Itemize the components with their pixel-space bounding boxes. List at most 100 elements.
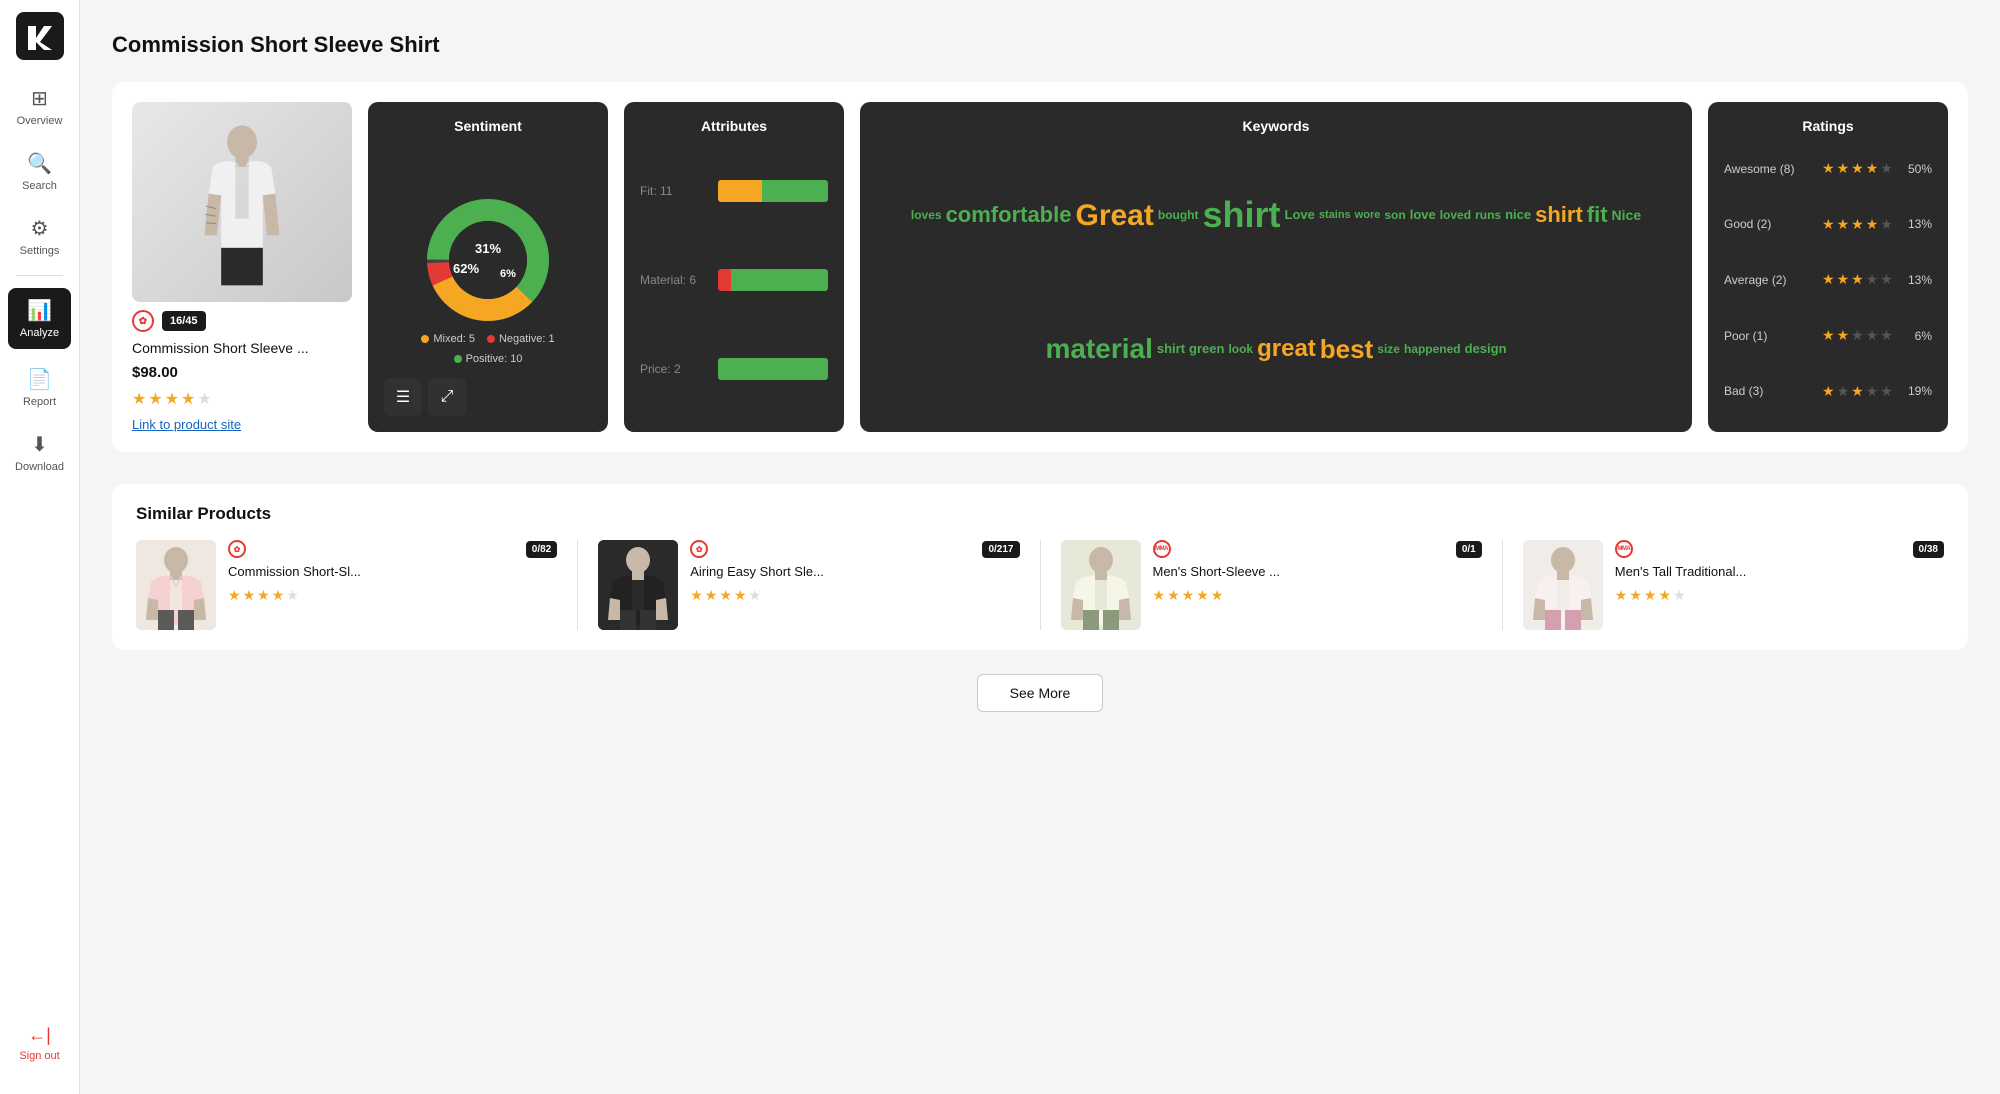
rs-p4: ★: [1866, 327, 1879, 344]
sidebar-item-label-report: Report: [23, 396, 56, 408]
similar-badge-1: 0/82: [526, 541, 557, 558]
brand-icon-4: MMA: [1615, 540, 1633, 558]
legend-positive: Positive: 10: [454, 353, 523, 365]
donut-chart: 31% 62% 6%: [423, 195, 553, 325]
attr-label-material: Material: 6: [640, 273, 710, 287]
attr-bar-fit-green: [762, 180, 828, 202]
rating-pct-awesome: 50%: [1901, 162, 1932, 176]
star-1: ★: [132, 389, 146, 409]
overview-icon: ⊞: [31, 86, 48, 111]
similar-section: Similar Products: [112, 484, 1968, 650]
attr-bar-material-green: [731, 269, 828, 291]
kw-runs: runs: [1475, 209, 1501, 222]
negative-label: Negative: 1: [499, 333, 555, 345]
sidebar-item-label-overview: Overview: [17, 115, 63, 127]
keywords-content: loves comfortable Great bought shirt Lov…: [876, 144, 1676, 416]
product-link[interactable]: Link to product site: [132, 417, 352, 432]
rs-g5: ★: [1880, 216, 1893, 233]
similar-info-1: ✿ 0/82 Commission Short-Sl... ★ ★ ★ ★ ★: [228, 540, 557, 604]
rating-stars-average: ★ ★ ★ ★ ★: [1822, 271, 1893, 288]
attr-bar-fit: [718, 180, 828, 202]
svg-text:31%: 31%: [475, 241, 501, 256]
brand-icon-3: MMA: [1153, 540, 1171, 558]
chart-overlay-btns: ☰ ⤢: [384, 378, 466, 416]
rs-av1: ★: [1822, 271, 1835, 288]
rs-b2: ★: [1837, 383, 1850, 400]
sidebar-item-overview[interactable]: ⊞ Overview: [0, 76, 79, 137]
similar-stars-2: ★ ★ ★ ★ ★: [690, 587, 1019, 604]
kw-look: look: [1228, 343, 1253, 356]
rs-g2: ★: [1837, 216, 1850, 233]
settings-icon: ⚙: [31, 216, 49, 241]
rating-stars-good: ★ ★ ★ ★ ★: [1822, 216, 1893, 233]
brand-icon-1: ✿: [228, 540, 246, 558]
sign-out-icon: ←|: [28, 1025, 51, 1046]
similar-header-4: MMA 0/38: [1615, 540, 1944, 558]
expand-button[interactable]: ⤢: [428, 378, 466, 416]
sentiment-card: Sentiment: [368, 102, 608, 432]
rs-b4: ★: [1866, 383, 1879, 400]
similar-name-2: Airing Easy Short Sle...: [690, 564, 1019, 581]
rating-label-average: Average (2): [1724, 273, 1814, 287]
similar-img-3: [1061, 540, 1141, 630]
rs-av3: ★: [1851, 271, 1864, 288]
similar-item-3[interactable]: MMA 0/1 Men's Short-Sleeve ... ★ ★ ★ ★ ★: [1061, 540, 1482, 630]
sidebar-bottom: ←| Sign out: [0, 1017, 79, 1082]
rs-g1: ★: [1822, 216, 1835, 233]
sidebar-item-label-settings: Settings: [20, 245, 60, 257]
divider-3: [1502, 540, 1503, 630]
attr-row-price: Price: 2: [640, 358, 828, 380]
similar-item-2[interactable]: ✿ 0/217 Airing Easy Short Sle... ★ ★ ★ ★…: [598, 540, 1019, 630]
filter-button[interactable]: ☰: [384, 378, 422, 416]
brand-icon-2: ✿: [690, 540, 708, 558]
sidebar-item-settings[interactable]: ⚙ Settings: [0, 206, 79, 267]
attr-label-fit: Fit: 11: [640, 184, 710, 198]
sidebar-divider: [16, 275, 63, 276]
sidebar-item-search[interactable]: 🔍 Search: [0, 141, 79, 202]
kw-stains: stains: [1319, 209, 1351, 221]
similar-img-2: [598, 540, 678, 630]
divider-2: [1040, 540, 1041, 630]
similar-name-4: Men's Tall Traditional...: [1615, 564, 1944, 581]
rs-p5: ★: [1880, 327, 1893, 344]
rating-pct-poor: 6%: [1901, 329, 1932, 343]
star-5: ★: [197, 389, 211, 409]
similar-item-4[interactable]: MMA 0/38 Men's Tall Traditional... ★ ★ ★…: [1523, 540, 1944, 630]
sidebar: ⊞ Overview 🔍 Search ⚙ Settings 📊 Analyze…: [0, 0, 80, 1094]
kw-comfortable: comfortable: [946, 203, 1072, 227]
similar-stars-4: ★ ★ ★ ★ ★: [1615, 587, 1944, 604]
similar-name-1: Commission Short-Sl...: [228, 564, 557, 581]
rating-label-poor: Poor (1): [1724, 329, 1814, 343]
rs-b1: ★: [1822, 383, 1835, 400]
similar-item-1[interactable]: ✿ 0/82 Commission Short-Sl... ★ ★ ★ ★ ★: [136, 540, 557, 630]
attr-row-material: Material: 6: [640, 269, 828, 291]
app-logo[interactable]: [16, 12, 64, 60]
rs-a5: ★: [1880, 160, 1893, 177]
sign-out-button[interactable]: ←| Sign out: [11, 1017, 67, 1070]
rs-p2: ★: [1837, 327, 1850, 344]
similar-header-2: ✿ 0/217: [690, 540, 1019, 558]
sidebar-item-download[interactable]: ⬇ Download: [0, 422, 79, 483]
rs-b5: ★: [1880, 383, 1893, 400]
kw-son: son: [1384, 209, 1405, 222]
rating-label-bad: Bad (3): [1724, 384, 1814, 398]
rating-pct-bad: 19%: [1901, 384, 1932, 398]
sidebar-item-analyze[interactable]: 📊 Analyze: [8, 288, 71, 349]
attributes-card: Attributes Fit: 11 Material: 6: [624, 102, 844, 432]
rating-label-good: Good (2): [1724, 217, 1814, 231]
rating-label-awesome: Awesome (8): [1724, 162, 1814, 176]
rating-pct-good: 13%: [1901, 217, 1932, 231]
kw-bought: bought: [1158, 209, 1199, 222]
ratings-card: Ratings Awesome (8) ★ ★ ★ ★ ★ 50% Go: [1708, 102, 1948, 432]
divider-1: [577, 540, 578, 630]
see-more-button[interactable]: See More: [977, 674, 1104, 712]
similar-badge-4: 0/38: [1913, 541, 1944, 558]
rating-stars-poor: ★ ★ ★ ★ ★: [1822, 327, 1893, 344]
mixed-label: Mixed: 5: [433, 333, 475, 345]
product-image: [132, 102, 352, 302]
sidebar-item-report[interactable]: 📄 Report: [0, 357, 79, 418]
kw-shirt-sm: shirt: [1157, 342, 1185, 356]
product-brand-row: ✿ 16/45: [132, 310, 352, 332]
positive-dot: [454, 355, 462, 363]
rating-stars-bad: ★ ★ ★ ★ ★: [1822, 383, 1893, 400]
